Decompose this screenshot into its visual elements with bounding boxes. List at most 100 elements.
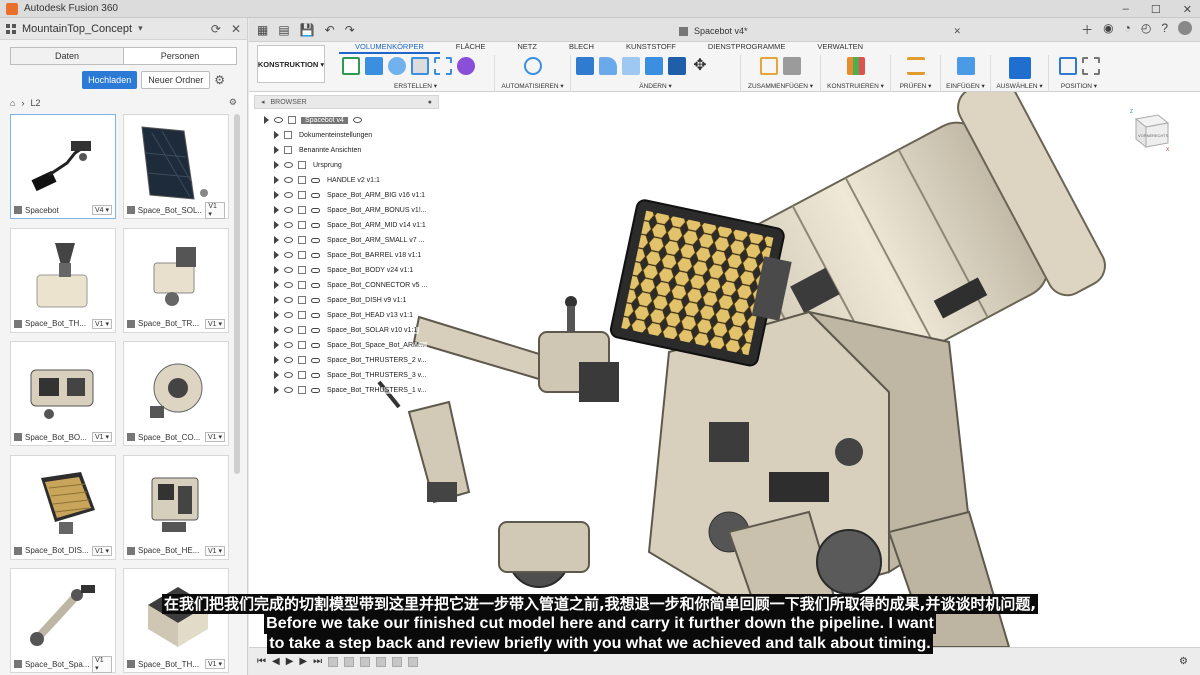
visibility-eye-icon[interactable] <box>284 282 293 288</box>
file-thumbnail[interactable]: Space_Bot_BO... V1 ▾ <box>10 341 116 447</box>
version-badge[interactable]: V1 ▾ <box>204 659 225 670</box>
version-badge[interactable]: V1 ▾ <box>91 318 112 329</box>
visibility-eye-icon[interactable] <box>284 207 293 213</box>
browser-root-node[interactable]: Spacebot v4 <box>264 113 362 127</box>
file-thumbnail[interactable]: Space_Bot_CO... V1 ▾ <box>123 341 229 447</box>
visibility-eye-icon[interactable] <box>284 357 293 363</box>
browser-tree-item[interactable]: Space_Bot_ARM_MID v14 v1:1 <box>274 218 428 232</box>
revolve-icon[interactable] <box>388 57 406 75</box>
skip-start-icon[interactable]: ⏮ <box>257 656 266 667</box>
home-icon[interactable]: ⌂ <box>10 98 15 108</box>
tab-blech[interactable]: BLECH <box>553 42 610 54</box>
insert-image-icon[interactable] <box>956 57 975 75</box>
viewcube-front-label[interactable]: VORNE <box>1138 133 1153 138</box>
browser-header[interactable]: ◂ BROWSER ● <box>254 95 439 109</box>
browser-tree-item[interactable]: Space_Bot_CONNECTOR v5 ... <box>274 278 430 292</box>
timeline-feature[interactable] <box>344 656 355 667</box>
file-thumbnail[interactable]: Space_Bot_TH... V1 ▾ <box>10 227 116 333</box>
tab-daten[interactable]: Daten <box>11 48 124 64</box>
timeline-feature[interactable] <box>408 656 419 667</box>
extensions-icon[interactable]: ◉ <box>1103 21 1113 38</box>
tab-volumenkoerper[interactable]: VOLUMENKÖRPER <box>339 42 440 54</box>
timeline-feature[interactable] <box>392 656 403 667</box>
browser-item-label[interactable]: Space_Bot_Space_Bot_ARM... <box>325 341 427 349</box>
group-pruefen[interactable]: PRÜFEN ▾ <box>891 55 941 92</box>
group-label-automatisieren[interactable]: AUTOMATISIEREN ▾ <box>495 82 570 90</box>
expand-arrow-icon[interactable] <box>274 221 279 229</box>
visibility-eye-icon[interactable] <box>274 117 283 123</box>
new-tab-icon[interactable]: ＋ <box>1081 21 1093 38</box>
settings-icon[interactable]: ⚙ <box>229 97 237 108</box>
browser-item-label[interactable]: Space_Bot_CONNECTOR v5 ... <box>325 281 430 289</box>
close-icon[interactable]: ✕ <box>1183 3 1192 16</box>
browser-item-label[interactable]: Space_Bot_DISH v9 v1:1 <box>325 296 409 304</box>
project-header[interactable]: MountainTop_Concept ▾ ⟳ ✕ <box>0 18 247 40</box>
breadcrumb-folder[interactable]: L2 <box>30 98 40 108</box>
hole-icon[interactable] <box>411 57 429 75</box>
version-badge[interactable]: V1 ▾ <box>91 545 112 556</box>
expand-arrow-icon[interactable] <box>274 131 279 139</box>
browser-item-label[interactable]: Benannte Ansichten <box>297 146 364 154</box>
tab-kunststoff[interactable]: KUNSTSTOFF <box>610 42 692 54</box>
browser-item-label[interactable]: Space_Bot_THRUSTERS_2 v... <box>325 356 429 364</box>
group-automatisieren[interactable]: AUTOMATISIEREN ▾ <box>495 55 571 92</box>
version-badge[interactable]: V1 ▾ <box>204 432 225 443</box>
group-auswaehlen[interactable]: AUSWÄHLEN ▾ <box>991 55 1049 92</box>
expand-arrow-icon[interactable] <box>274 386 279 394</box>
combine-icon[interactable] <box>668 57 686 75</box>
group-label-aendern[interactable]: ÄNDERN ▾ <box>571 82 740 90</box>
browser-item-label[interactable]: Ursprung <box>311 161 344 169</box>
group-label-zusammenfuegen[interactable]: ZUSAMMENFÜGEN ▾ <box>741 82 820 90</box>
visibility-eye-icon[interactable] <box>284 237 293 243</box>
timeline-feature[interactable] <box>376 656 387 667</box>
capture-position-icon[interactable] <box>1058 57 1077 75</box>
browser-item-label[interactable]: Space_Bot_SOLAR v10 v1:1 <box>325 326 420 334</box>
project-name[interactable]: MountainTop_Concept <box>22 23 132 35</box>
refresh-icon[interactable]: ⟳ <box>211 22 221 36</box>
expand-arrow-icon[interactable] <box>274 281 279 289</box>
avatar[interactable] <box>1178 21 1192 35</box>
workspace-switcher[interactable]: KONSTRUKTION ▾ <box>257 45 325 83</box>
browser-tree-item[interactable]: Space_Bot_ARM_SMALL v7 ... <box>274 233 427 247</box>
press-pull-icon[interactable] <box>576 57 594 75</box>
new-component-icon[interactable] <box>760 57 778 75</box>
browser-item-label[interactable]: Space_Bot_HEAD v13 v1:1 <box>325 311 415 319</box>
redo-icon[interactable]: ↷ <box>345 23 355 37</box>
tab-personen[interactable]: Personen <box>124 48 236 64</box>
browser-item-label[interactable]: HANDLE v2 v1:1 <box>325 176 382 184</box>
chamfer-icon[interactable] <box>622 57 640 75</box>
measure-icon[interactable] <box>906 57 925 75</box>
browser-tree-item[interactable]: Space_Bot_HEAD v13 v1:1 <box>274 308 415 322</box>
offset-plane-icon[interactable] <box>846 57 865 75</box>
pattern-icon[interactable] <box>434 57 452 75</box>
expand-arrow-icon[interactable] <box>274 341 279 349</box>
play-icon[interactable]: ▶ <box>286 656 294 667</box>
collapse-icon[interactable]: ◂ <box>261 98 265 106</box>
move-icon[interactable]: ✥ <box>691 57 709 75</box>
browser-tree-item[interactable]: Space_Bot_THRUSTERS_3 v... <box>274 368 429 382</box>
activate-radio-icon[interactable] <box>352 117 362 123</box>
form-icon[interactable] <box>457 57 475 75</box>
version-badge[interactable]: V1 ▾ <box>204 318 225 329</box>
group-label-auswaehlen[interactable]: AUSWÄHLEN ▾ <box>991 82 1048 90</box>
browser-tree-item[interactable]: Dokumenteinstellungen <box>274 128 375 142</box>
file-grid-scrollbar[interactable] <box>234 114 240 474</box>
skip-end-icon[interactable]: ⏭ <box>313 656 322 667</box>
step-back-icon[interactable]: ◀ <box>272 656 280 667</box>
browser-tree-item[interactable]: Space_Bot_TRHUSTERS_1 v... <box>274 383 429 397</box>
automate-icon[interactable] <box>523 57 542 75</box>
expand-arrow-icon[interactable] <box>274 191 279 199</box>
expand-arrow-icon[interactable] <box>274 371 279 379</box>
version-badge[interactable]: V1 ▾ <box>92 655 112 673</box>
file-thumbnail[interactable]: Space_Bot_SOL... V1 ▾ <box>123 114 229 219</box>
file-thumbnail[interactable]: Space_Bot_DIS... V1 ▾ <box>10 454 116 560</box>
document-tab[interactable]: Spacebot v4* ✕ <box>679 22 961 40</box>
visibility-eye-icon[interactable] <box>284 327 293 333</box>
close-panel-icon[interactable]: ✕ <box>231 22 241 36</box>
browser-tree-item[interactable]: HANDLE v2 v1:1 <box>274 173 382 187</box>
grid-menu-icon[interactable]: ▦ <box>257 23 268 37</box>
expand-arrow-icon[interactable] <box>274 146 279 154</box>
expand-arrow-icon[interactable] <box>264 116 269 124</box>
tab-verwalten[interactable]: VERWALTEN <box>801 42 879 54</box>
timeline-settings-icon[interactable]: ⚙ <box>1179 656 1188 667</box>
